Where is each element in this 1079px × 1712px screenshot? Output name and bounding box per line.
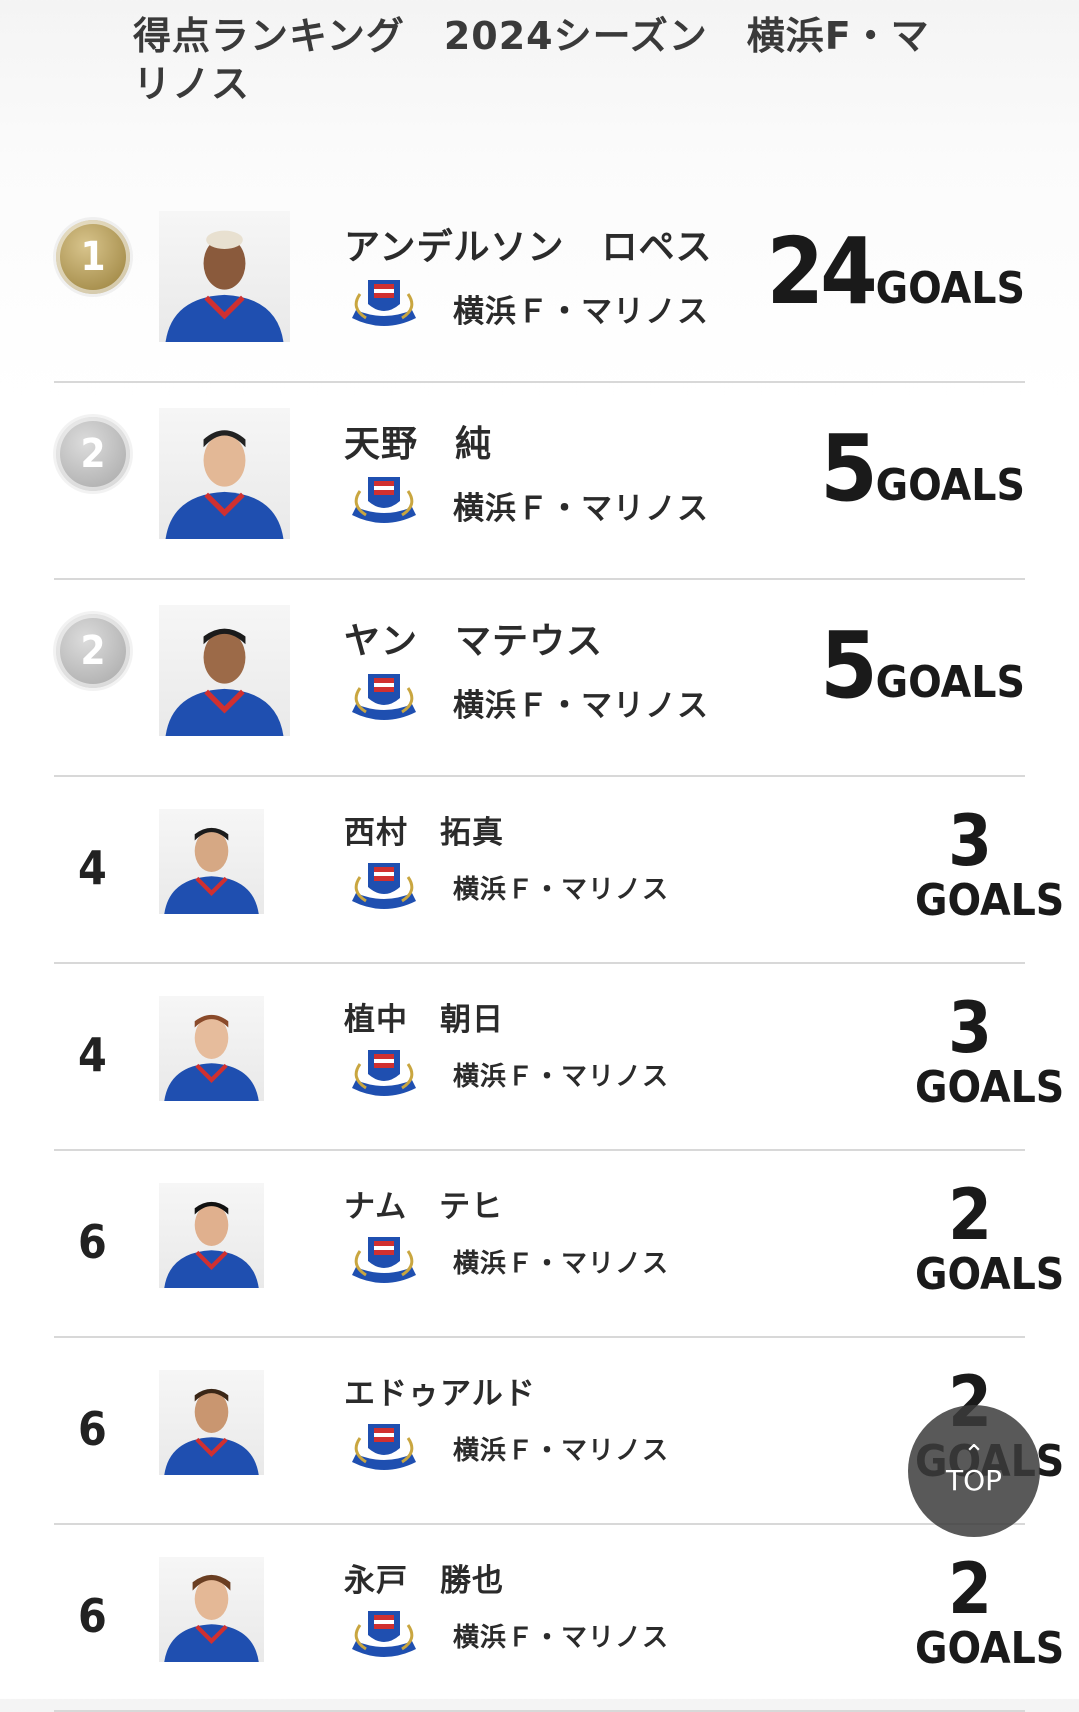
gold-medal-icon: 1 [56, 220, 130, 294]
player-name[interactable]: ヤン マテウス [344, 612, 603, 664]
ranking-row[interactable]: 6 エドゥアルド 横浜Ｆ・マリノス 2GOALS [54, 1338, 1064, 1525]
rank-number: 6 [78, 1215, 107, 1269]
club-crest-icon [346, 274, 422, 334]
player-photo [159, 1183, 264, 1288]
goal-count: 3 GOALS [915, 987, 1065, 1113]
player-photo [159, 605, 290, 736]
club-crest-icon [346, 1231, 422, 1291]
player-photo [159, 1370, 264, 1475]
ranking-row[interactable]: 6 ナム テヒ 横浜Ｆ・マリノス 2 GOALS [54, 1151, 1065, 1338]
ranking-row[interactable]: 1 アンデルソン ロペス 横浜Ｆ・マリノス 24GOALS [54, 186, 1025, 383]
ranking-row[interactable]: 6 永戸 勝也 横浜Ｆ・マリノス 2 GOALS [54, 1525, 1065, 1712]
player-name[interactable]: アンデルソン ロペス [344, 218, 713, 270]
rank-number: 4 [78, 1028, 107, 1082]
club-name: 横浜Ｆ・マリノス [453, 875, 670, 905]
rank-number: 6 [78, 1589, 107, 1643]
club-crest-icon [346, 1044, 422, 1104]
club-crest-icon [346, 471, 422, 531]
club-name: 横浜Ｆ・マリノス [453, 294, 709, 330]
goal-count: 24GOALS [766, 218, 1025, 325]
scroll-to-top-button[interactable]: ⌃ TOP [908, 1405, 1040, 1537]
rank-number: 6 [78, 1402, 107, 1456]
goal-count: 5GOALS [820, 612, 1025, 719]
top-button-label: TOP [945, 1464, 1003, 1497]
silver-medal-icon: 2 [56, 614, 130, 688]
player-name[interactable]: ナム テヒ [344, 1181, 503, 1226]
ranking-row[interactable]: 4 西村 拓真 横浜Ｆ・マリノス 3 GOALS [54, 777, 1065, 964]
goal-count: 2GOALS [915, 1174, 1065, 1300]
silver-medal-icon: 2 [56, 417, 130, 491]
rank-number: 4 [78, 841, 107, 895]
chevron-up-icon: ⌃ [963, 1440, 985, 1470]
ranking-row[interactable]: 2 天野 純 横浜Ｆ・マリノス 5GOALS [54, 383, 1025, 580]
club-name: 横浜Ｆ・マリノス [453, 1436, 670, 1466]
player-name[interactable]: 西村 拓真 [344, 807, 504, 852]
player-photo [159, 408, 290, 539]
goal-count: 2GOALS [915, 1548, 1065, 1674]
player-photo [159, 1557, 264, 1662]
player-name[interactable]: 天野 純 [344, 415, 492, 467]
club-name: 横浜Ｆ・マリノス [453, 491, 709, 527]
ranking-row[interactable]: 4 植中 朝日 横浜Ｆ・マリノス 3 GOALS [54, 964, 1065, 1151]
ranking-list: 1 アンデルソン ロペス 横浜Ｆ・マリノス 24GOALS 2 天野 純 横浜Ｆ… [54, 186, 1065, 1712]
player-photo [159, 211, 290, 342]
player-name[interactable]: 植中 朝日 [344, 994, 504, 1039]
club-crest-icon [346, 857, 422, 917]
player-name[interactable]: エドゥアルド [344, 1368, 536, 1413]
page-title: 得点ランキング 2024シーズン 横浜F・マリノス [133, 14, 930, 106]
goal-count: 3 GOALS [915, 800, 1065, 926]
player-photo [159, 809, 264, 914]
player-photo [159, 996, 264, 1101]
club-crest-icon [346, 1418, 422, 1478]
club-crest-icon [346, 668, 422, 728]
player-name[interactable]: 永戸 勝也 [344, 1555, 504, 1600]
club-crest-icon [346, 1605, 422, 1665]
club-name: 横浜Ｆ・マリノス [453, 1623, 670, 1653]
club-name: 横浜Ｆ・マリノス [453, 1062, 670, 1092]
club-name: 横浜Ｆ・マリノス [453, 1249, 670, 1279]
goal-count: 5GOALS [820, 415, 1025, 522]
club-name: 横浜Ｆ・マリノス [453, 688, 709, 724]
ranking-row[interactable]: 2 ヤン マテウス 横浜Ｆ・マリノス 5GOALS [54, 580, 1025, 777]
